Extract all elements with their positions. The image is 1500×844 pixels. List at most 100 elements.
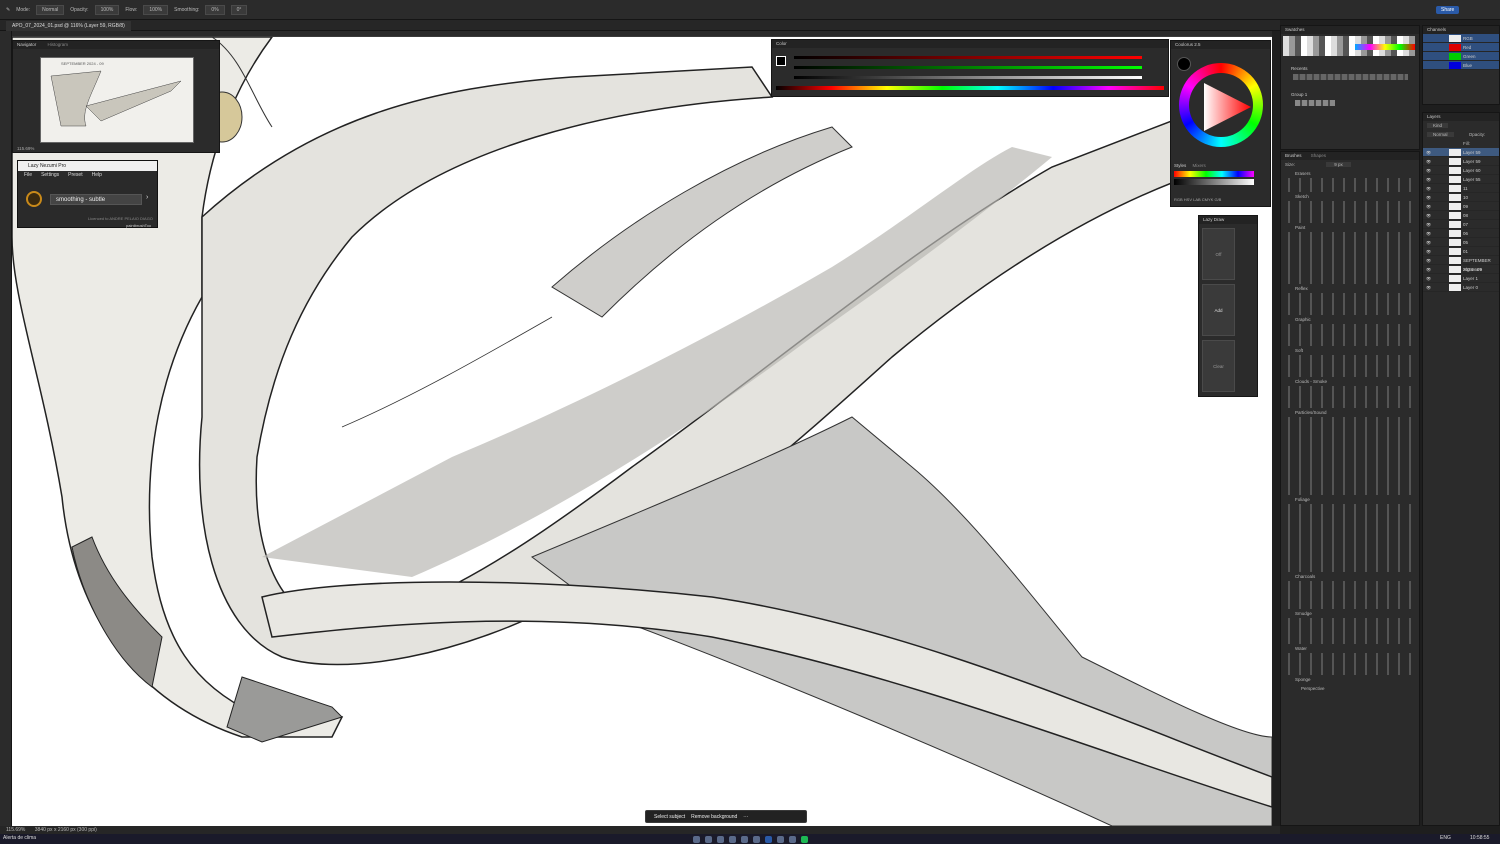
angle-field[interactable]: 0°	[230, 4, 248, 15]
menu-settings[interactable]: Settings	[41, 171, 59, 179]
visibility-eye-icon[interactable]: 👁	[1426, 148, 1431, 157]
start-icon[interactable]	[692, 835, 700, 843]
layer-row[interactable]: 👁 Layer 55	[1423, 175, 1499, 184]
brush-presets[interactable]	[1285, 324, 1415, 346]
size-field[interactable]: 9 px	[1326, 162, 1351, 167]
spotify-icon[interactable]	[800, 835, 808, 843]
red-slider[interactable]	[794, 56, 1142, 59]
document-tab[interactable]: APO_07_2024_01.psd @ 116% (Layer 59, RGB…	[6, 21, 131, 31]
brush-group-smudge[interactable]: Smudge	[1281, 609, 1419, 618]
navigator-thumbnail[interactable]: SEPTEMBER 2024 - 09	[40, 57, 194, 143]
visibility-eye-icon[interactable]: 👁	[1426, 256, 1431, 265]
flow-field[interactable]: 100%	[143, 4, 169, 15]
mode-select[interactable]: Normal	[36, 4, 65, 15]
layer-row[interactable]: 👁 09	[1423, 202, 1499, 211]
more-icon[interactable]: ···	[743, 814, 748, 820]
smoothing-field[interactable]: 0%	[205, 4, 225, 15]
brush-presets[interactable]	[1285, 504, 1415, 572]
group1-swatches[interactable]	[1295, 100, 1335, 106]
brush-group-reflex[interactable]: Reflex	[1281, 284, 1419, 293]
app-icon[interactable]	[728, 835, 736, 843]
brush-group-particles[interactable]: Particles/Sound	[1281, 408, 1419, 417]
layer-row[interactable]: 👁 10	[1423, 193, 1499, 202]
app-icon[interactable]	[776, 835, 784, 843]
channel-row[interactable]: Green	[1423, 52, 1499, 61]
brush-group-perspective[interactable]: Perspective	[1281, 684, 1419, 693]
clock-time[interactable]: 10:58:55	[1470, 835, 1489, 841]
layer-row[interactable]: 👁 Layer 0	[1423, 283, 1499, 292]
tab-styles[interactable]: Styles	[1174, 163, 1186, 168]
weather-alert[interactable]: Alerta de clima	[3, 835, 36, 841]
layer-row[interactable]: 👁 07	[1423, 220, 1499, 229]
app-icon[interactable]	[788, 835, 796, 843]
brush-group-sponge[interactable]: Sponge	[1281, 675, 1419, 684]
visibility-eye-icon[interactable]: 👁	[1426, 157, 1431, 166]
layer-kind-filter[interactable]: Kind	[1427, 123, 1449, 128]
blend-mode-select[interactable]: Normal	[1427, 132, 1454, 137]
visibility-eye-icon[interactable]: 👁	[1426, 193, 1431, 202]
foreground-swatch[interactable]	[776, 56, 786, 66]
layer-row[interactable]: 👁 11	[1423, 184, 1499, 193]
brush-group-water[interactable]: Water	[1281, 644, 1419, 653]
swatch-colors[interactable]	[1355, 44, 1415, 50]
visibility-eye-icon[interactable]: 👁	[1426, 229, 1431, 238]
spectrum-bar[interactable]	[776, 86, 1164, 90]
brush-group-foliage[interactable]: Foliage	[1281, 495, 1419, 504]
photoshop-icon[interactable]	[764, 835, 772, 843]
opacity-field[interactable]: 100%	[94, 4, 120, 15]
layer-row[interactable]: 👁 Signature	[1423, 265, 1499, 274]
color-mode-tabs[interactable]: RGB HSV LAB CMYK G/B	[1174, 197, 1221, 202]
menu-preset[interactable]: Preset	[68, 171, 82, 179]
visibility-eye-icon[interactable]: 👁	[1426, 238, 1431, 247]
lazy-draw-add-button[interactable]: Add	[1202, 284, 1235, 336]
document-canvas[interactable]	[12, 37, 1272, 826]
visibility-eye-icon[interactable]: 👁	[1426, 220, 1431, 229]
tab-brushes[interactable]: Brushes	[1285, 153, 1302, 158]
status-zoom[interactable]: 115.69%	[6, 827, 25, 833]
blue-slider[interactable]	[794, 76, 1142, 79]
brush-group-erasers[interactable]: Erasers	[1281, 169, 1419, 178]
navigator-zoom[interactable]: 115.69%	[17, 146, 34, 151]
app-icon[interactable]	[740, 835, 748, 843]
layer-row[interactable]: 👁 Layer 1	[1423, 274, 1499, 283]
brush-presets[interactable]	[1285, 417, 1415, 495]
brush-group-soft[interactable]: Soft	[1281, 346, 1419, 355]
visibility-eye-icon[interactable]: 👁	[1426, 175, 1431, 184]
layer-row[interactable]: 👁 05	[1423, 238, 1499, 247]
lazy-draw-clear-button[interactable]: Clear	[1202, 340, 1235, 392]
search-icon[interactable]	[704, 835, 712, 843]
brush-group-clouds[interactable]: Clouds - Smoke	[1281, 377, 1419, 386]
swatch-group-1[interactable]: Group 1	[1291, 92, 1307, 97]
lazy-draw-off-button[interactable]: Off	[1202, 228, 1235, 280]
brush-presets[interactable]	[1285, 618, 1415, 644]
brush-presets[interactable]	[1285, 178, 1415, 192]
layer-row[interactable]: 👁 Layer 59	[1423, 148, 1499, 157]
color-triangle[interactable]	[1199, 79, 1255, 135]
brush-presets[interactable]	[1285, 653, 1415, 675]
layer-row[interactable]: 👁 Layer 60	[1423, 166, 1499, 175]
brush-presets[interactable]	[1285, 355, 1415, 377]
brush-presets[interactable]	[1285, 232, 1415, 284]
visibility-eye-icon[interactable]: 👁	[1426, 211, 1431, 220]
visibility-eye-icon[interactable]: 👁	[1426, 184, 1431, 193]
channel-row[interactable]: RGB	[1423, 34, 1499, 43]
tab-mixers[interactable]: Mixers	[1193, 163, 1206, 168]
brush-group-paint[interactable]: Paint	[1281, 223, 1419, 232]
share-button[interactable]: Share	[1436, 5, 1460, 14]
visibility-eye-icon[interactable]: 👁	[1426, 274, 1431, 283]
brush-presets[interactable]	[1285, 293, 1415, 315]
menu-file[interactable]: File	[24, 171, 32, 179]
tab-histogram[interactable]: Histogram	[48, 42, 69, 47]
brush-group-graphic[interactable]: Graphic	[1281, 315, 1419, 324]
brush-group-charcoals[interactable]: Charcoals	[1281, 572, 1419, 581]
visibility-eye-icon[interactable]: 👁	[1426, 283, 1431, 292]
recent-swatches[interactable]	[1293, 74, 1408, 80]
layer-row[interactable]: 👁 01	[1423, 247, 1499, 256]
value-strip[interactable]	[1174, 179, 1254, 185]
green-slider[interactable]	[794, 66, 1142, 69]
layer-row[interactable]: 👁 Layer 59	[1423, 157, 1499, 166]
brush-group-sketch[interactable]: Sketch	[1281, 192, 1419, 201]
select-subject-button[interactable]: Select subject	[654, 814, 685, 820]
preset-select[interactable]: smoothing - subtle	[50, 194, 142, 205]
layer-row[interactable]: 👁 08	[1423, 211, 1499, 220]
